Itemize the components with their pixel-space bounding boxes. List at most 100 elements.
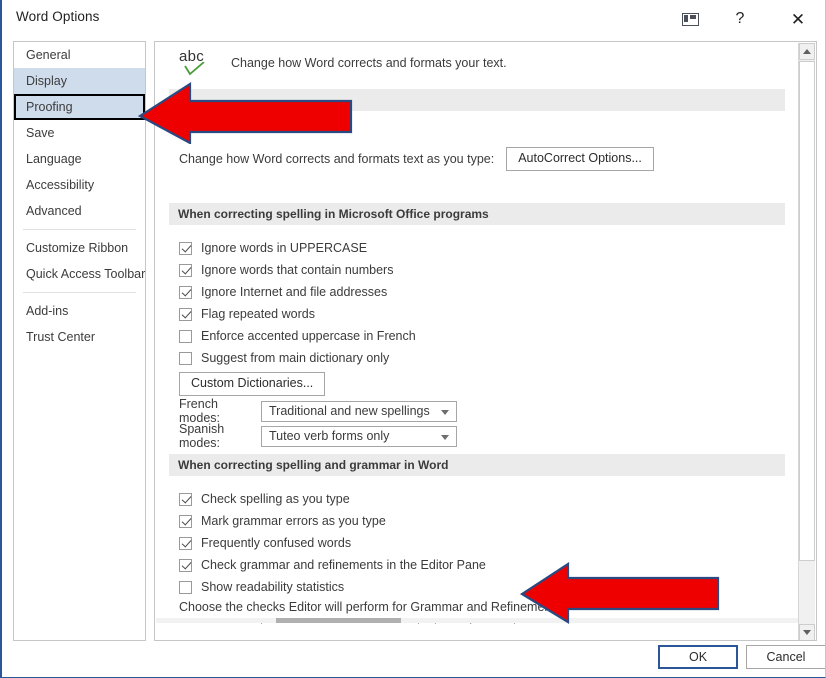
sidebar-item-add-ins[interactable]: Add-ins — [14, 298, 145, 324]
office-spelling-section-header: When correcting spelling in Microsoft Of… — [169, 203, 785, 225]
close-button[interactable]: ✕ — [782, 6, 814, 32]
autocorrect-label: Change how Word corrects and formats tex… — [179, 151, 495, 166]
checkbox-box[interactable] — [179, 558, 192, 572]
checkbox-box[interactable] — [179, 329, 192, 343]
word-grammar-section-header: When correcting spelling and grammar in … — [169, 454, 785, 476]
checkbox-frequently-confused-words[interactable]: Frequently confused words — [179, 533, 351, 553]
sidebar-item-label: General — [26, 48, 71, 62]
horizontal-scrollbar[interactable] — [156, 618, 799, 623]
sidebar-item-label: Language — [26, 152, 82, 166]
autocorrect-row: Change how Word corrects and formats tex… — [179, 147, 654, 171]
chevron-down-icon — [441, 434, 449, 440]
checkbox-label: Suggest from main dictionary only — [201, 351, 390, 365]
vertical-scrollbar-thumb[interactable] — [799, 61, 815, 561]
french-modes-row: French modes: Traditional and new spelli… — [179, 397, 457, 425]
sidebar-item-save[interactable]: Save — [14, 120, 145, 146]
vertical-scrollbar[interactable] — [798, 43, 815, 640]
checkbox-check-spelling-as-you-type[interactable]: Check spelling as you type — [179, 489, 350, 509]
sidebar-item-display[interactable]: Display — [14, 68, 145, 94]
checkbox-box[interactable] — [179, 241, 192, 255]
checkbox-label: Flag repeated words — [201, 307, 315, 321]
sidebar-item-label: Proofing — [26, 100, 73, 114]
checkbox-ignore-numbers[interactable]: Ignore words that contain numbers — [179, 260, 393, 280]
spelling-abc-icon: abc — [179, 48, 219, 80]
question-mark-icon: ? — [735, 10, 745, 27]
intro-row: abc Change how Word corrects and formats… — [173, 48, 773, 82]
checkbox-ignore-internet-addresses[interactable]: Ignore Internet and file addresses — [179, 282, 387, 302]
checkbox-box[interactable] — [179, 285, 192, 299]
checkbox-label: Check spelling as you type — [201, 492, 350, 506]
checkbox-box[interactable] — [179, 514, 192, 528]
close-icon: ✕ — [790, 9, 806, 29]
checkbox-check-grammar-editor-pane[interactable]: Check grammar and refinements in the Edi… — [179, 555, 486, 575]
checkbox-flag-repeated-words[interactable]: Flag repeated words — [179, 304, 315, 324]
cancel-button[interactable]: Cancel — [746, 645, 825, 669]
sidebar-divider — [23, 292, 136, 293]
spanish-modes-row: Spanish modes: Tuteo verb forms only — [179, 422, 457, 450]
checkbox-box[interactable] — [179, 307, 192, 321]
checkbox-box[interactable] — [179, 536, 192, 550]
checkbox-box[interactable] — [179, 580, 192, 594]
checkbox-enforce-accented-uppercase[interactable]: Enforce accented uppercase in French — [179, 326, 416, 346]
checkbox-box[interactable] — [179, 351, 192, 365]
sidebar-item-label: Advanced — [26, 204, 82, 218]
checkbox-show-readability-statistics[interactable]: Show readability statistics — [179, 577, 344, 597]
writing-style-label: Writing Style: — [179, 623, 261, 624]
chevron-down-icon — [441, 409, 449, 415]
sidebar-item-label: Quick Access Toolbar — [26, 267, 146, 281]
writing-style-value: Grammar & Refinements — [269, 623, 407, 624]
sidebar-item-quick-access-toolbar[interactable]: Quick Access Toolbar — [14, 261, 145, 287]
autocorrect-options-button[interactable]: AutoCorrect Options... — [506, 147, 654, 171]
checkbox-ignore-uppercase[interactable]: Ignore words in UPPERCASE — [179, 238, 367, 258]
checkbox-label: Enforce accented uppercase in French — [201, 329, 416, 343]
dialog-expand-button[interactable] — [674, 6, 706, 32]
sidebar-item-language[interactable]: Language — [14, 146, 145, 172]
checkbox-label: Check grammar and refinements in the Edi… — [201, 558, 486, 572]
checkbox-suggest-main-dictionary[interactable]: Suggest from main dictionary only — [179, 348, 389, 368]
checkbox-mark-grammar-errors[interactable]: Mark grammar errors as you type — [179, 511, 386, 531]
checkbox-label: Frequently confused words — [201, 536, 352, 550]
title-bar: Word Options ? ✕ — [2, 0, 825, 38]
french-modes-select[interactable]: Traditional and new spellings — [261, 400, 457, 422]
sidebar-item-label: Accessibility — [26, 178, 95, 192]
french-modes-label: French modes: — [179, 397, 220, 425]
french-modes-value: Traditional and new spellings — [269, 404, 430, 418]
editor-checks-note: Choose the checks Editor will perform fo… — [179, 600, 562, 614]
proofing-pane: abc Change how Word corrects and formats… — [155, 42, 799, 624]
custom-dictionaries-button[interactable]: Custom Dictionaries... — [179, 372, 326, 396]
sidebar-item-advanced[interactable]: Advanced — [14, 198, 145, 224]
intro-description: Change how Word corrects and formats you… — [231, 56, 507, 70]
sidebar-item-trust-center[interactable]: Trust Center — [14, 324, 145, 350]
spanish-modes-select[interactable]: Tuteo verb forms only — [261, 425, 457, 447]
triangle-down-icon — [803, 630, 811, 635]
help-button[interactable]: ? — [724, 6, 756, 32]
sidebar-item-general[interactable]: General — [14, 42, 145, 68]
checkbox-label: Ignore words that contain numbers — [201, 263, 394, 277]
checkbox-label: Mark grammar errors as you type — [201, 514, 386, 528]
sidebar-item-proofing[interactable]: Proofing — [14, 94, 145, 120]
word-options-dialog: Word Options ? ✕ General Display Proofin… — [0, 0, 826, 678]
checkbox-label: Ignore words in UPPERCASE — [201, 241, 368, 255]
dialog-expand-icon — [681, 12, 699, 26]
sidebar-item-label: Customize Ribbon — [26, 241, 129, 255]
checkbox-label: Ignore Internet and file addresses — [201, 285, 388, 299]
checkbox-box[interactable] — [179, 492, 192, 506]
checkbox-label: Show readability statistics — [201, 580, 345, 594]
autocorrect-section-header — [169, 89, 785, 111]
scroll-up-button[interactable] — [799, 43, 815, 60]
spanish-modes-value: Tuteo verb forms only — [269, 429, 390, 443]
triangle-up-icon — [803, 49, 811, 54]
sidebar-item-label: Add-ins — [26, 304, 69, 318]
horizontal-scrollbar-thumb[interactable] — [276, 618, 401, 623]
ok-button[interactable]: OK — [658, 645, 738, 669]
sidebar-item-label: Save — [26, 126, 55, 140]
sidebar-item-customize-ribbon[interactable]: Customize Ribbon — [14, 235, 145, 261]
scroll-down-button[interactable] — [799, 624, 815, 640]
green-check-icon — [184, 62, 205, 76]
proofing-panel: abc Change how Word corrects and formats… — [154, 41, 817, 641]
sidebar-divider — [23, 229, 136, 230]
sidebar-item-accessibility[interactable]: Accessibility — [14, 172, 145, 198]
sidebar-item-label: Trust Center — [26, 330, 96, 344]
page-title: Word Options — [16, 9, 100, 24]
checkbox-box[interactable] — [179, 263, 192, 277]
